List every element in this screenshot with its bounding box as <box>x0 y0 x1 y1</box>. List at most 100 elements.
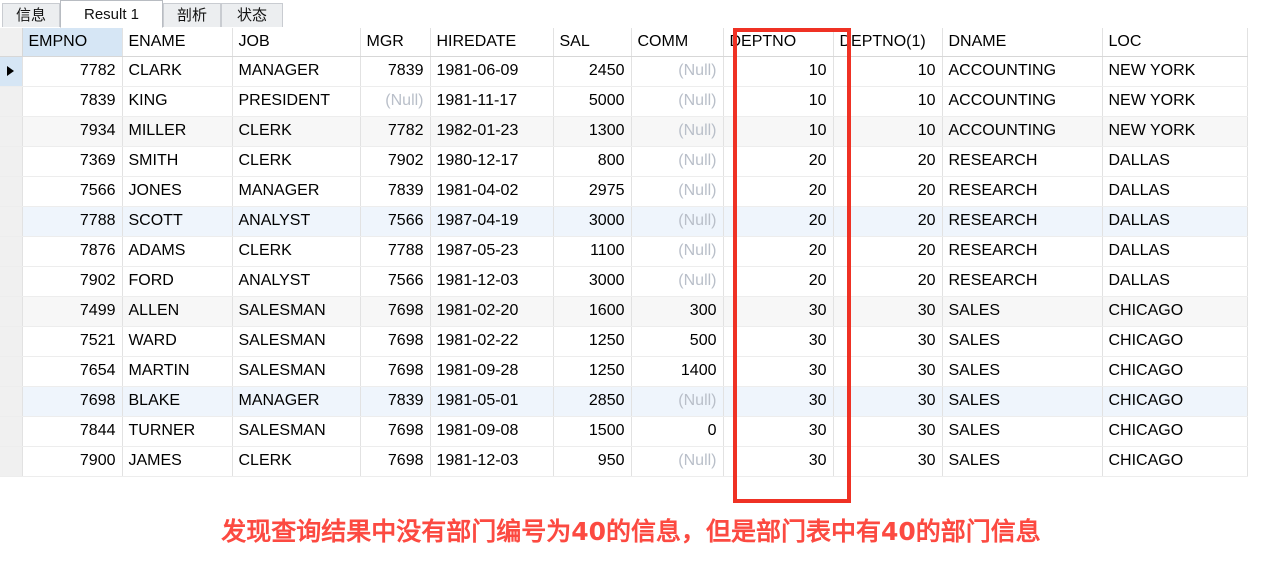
table-row[interactable]: 7934 MILLER CLERK 7782 1982-01-23 1300 (Null) 1… <box>0 116 1248 147</box>
cell-dname[interactable]: ACCOUNTING <box>942 56 1103 87</box>
cell-dname[interactable]: SALES <box>942 386 1103 417</box>
cell-hiredate[interactable]: 1981-05-01 <box>430 386 554 417</box>
table-row[interactable]: 7876 ADAMS CLERK 7788 1987-05-23 1100 (Null) 20… <box>0 236 1248 267</box>
table-row[interactable]: 7900 JAMES CLERK 7698 1981-12-03 950 (Null) 30 3… <box>0 446 1248 477</box>
cell-mgr[interactable]: 7902 <box>360 146 431 177</box>
cell-deptno-1[interactable]: 20 <box>833 206 943 237</box>
cell-dname[interactable]: RESEARCH <box>942 266 1103 297</box>
cell-loc[interactable]: NEW YORK <box>1102 116 1248 147</box>
cell-sal[interactable]: 1250 <box>553 356 632 387</box>
cell-empno[interactable]: 7934 <box>22 116 123 147</box>
cell-loc[interactable]: CHICAGO <box>1102 296 1248 327</box>
cell-deptno-1[interactable]: 20 <box>833 146 943 177</box>
cell-empno[interactable]: 7521 <box>22 326 123 357</box>
cell-deptno-1[interactable]: 20 <box>833 236 943 267</box>
row-gutter-cell[interactable] <box>0 326 23 357</box>
cell-comm[interactable]: 300 <box>631 296 724 327</box>
cell-comm[interactable]: 0 <box>631 416 724 447</box>
cell-dname[interactable]: SALES <box>942 326 1103 357</box>
tab-result-1[interactable]: Result 1 <box>60 0 163 28</box>
cell-sal[interactable]: 1600 <box>553 296 632 327</box>
cell-mgr[interactable]: 7839 <box>360 176 431 207</box>
cell-deptno-1[interactable]: 30 <box>833 416 943 447</box>
column-header-dname[interactable]: DNAME <box>942 28 1103 57</box>
table-row[interactable]: 7839 KING PRESIDENT (Null) 1981-11-17 5000 (Nu… <box>0 86 1248 117</box>
cell-deptno[interactable]: 20 <box>723 236 834 267</box>
cell-deptno-1[interactable]: 10 <box>833 86 943 117</box>
cell-ename[interactable]: SMITH <box>122 146 233 177</box>
cell-loc[interactable]: CHICAGO <box>1102 356 1248 387</box>
column-header-mgr[interactable]: MGR <box>360 28 431 57</box>
cell-hiredate[interactable]: 1981-09-08 <box>430 416 554 447</box>
cell-empno[interactable]: 7844 <box>22 416 123 447</box>
row-gutter-cell[interactable] <box>0 236 23 267</box>
cell-sal[interactable]: 800 <box>553 146 632 177</box>
cell-dname[interactable]: RESEARCH <box>942 176 1103 207</box>
cell-ename[interactable]: MARTIN <box>122 356 233 387</box>
cell-empno[interactable]: 7698 <box>22 386 123 417</box>
cell-empno[interactable]: 7782 <box>22 56 123 87</box>
cell-ename[interactable]: ALLEN <box>122 296 233 327</box>
cell-empno[interactable]: 7839 <box>22 86 123 117</box>
row-gutter-cell[interactable] <box>0 146 23 177</box>
cell-hiredate[interactable]: 1980-12-17 <box>430 146 554 177</box>
cell-comm[interactable]: (Null) <box>631 116 724 147</box>
cell-ename[interactable]: KING <box>122 86 233 117</box>
table-row[interactable]: 7499 ALLEN SALESMAN 7698 1981-02-20 1600 300 30… <box>0 296 1248 327</box>
row-gutter-cell[interactable] <box>0 266 23 297</box>
cell-loc[interactable]: CHICAGO <box>1102 416 1248 447</box>
table-row[interactable]: 7902 FORD ANALYST 7566 1981-12-03 3000 (Null) 2… <box>0 266 1248 297</box>
cell-loc[interactable]: NEW YORK <box>1102 56 1248 87</box>
cell-job[interactable]: SALESMAN <box>232 416 361 447</box>
cell-mgr[interactable]: 7698 <box>360 296 431 327</box>
cell-deptno-1[interactable]: 30 <box>833 386 943 417</box>
current-row-indicator[interactable] <box>0 56 23 87</box>
cell-hiredate[interactable]: 1981-02-22 <box>430 326 554 357</box>
cell-dname[interactable]: SALES <box>942 356 1103 387</box>
cell-job[interactable]: CLERK <box>232 446 361 477</box>
row-gutter-cell[interactable] <box>0 296 23 327</box>
cell-deptno[interactable]: 20 <box>723 206 834 237</box>
table-row[interactable]: 7844 TURNER SALESMAN 7698 1981-09-08 1500 0 30 3… <box>0 416 1248 447</box>
cell-empno[interactable]: 7654 <box>22 356 123 387</box>
cell-ename[interactable]: JAMES <box>122 446 233 477</box>
cell-empno[interactable]: 7876 <box>22 236 123 267</box>
cell-hiredate[interactable]: 1981-12-03 <box>430 446 554 477</box>
row-gutter-cell[interactable] <box>0 416 23 447</box>
cell-deptno-1[interactable]: 30 <box>833 326 943 357</box>
cell-job[interactable]: CLERK <box>232 146 361 177</box>
table-row[interactable]: 7782 CLARK MANAGER 7839 1981-06-09 2450 (Null)… <box>0 56 1248 87</box>
cell-deptno[interactable]: 10 <box>723 56 834 87</box>
result-grid[interactable]: EMPNO ENAME JOB MGR HIREDATE SAL COMM DE… <box>0 28 1262 498</box>
cell-sal[interactable]: 1100 <box>553 236 632 267</box>
cell-mgr[interactable]: 7839 <box>360 386 431 417</box>
row-gutter-cell[interactable] <box>0 356 23 387</box>
cell-ename[interactable]: ADAMS <box>122 236 233 267</box>
cell-job[interactable]: MANAGER <box>232 176 361 207</box>
cell-ename[interactable]: BLAKE <box>122 386 233 417</box>
cell-loc[interactable]: DALLAS <box>1102 176 1248 207</box>
cell-hiredate[interactable]: 1982-01-23 <box>430 116 554 147</box>
cell-comm[interactable]: 500 <box>631 326 724 357</box>
cell-sal[interactable]: 1500 <box>553 416 632 447</box>
row-gutter-cell[interactable] <box>0 176 23 207</box>
cell-deptno[interactable]: 10 <box>723 86 834 117</box>
column-header-deptno[interactable]: DEPTNO <box>723 28 834 57</box>
cell-job[interactable]: MANAGER <box>232 386 361 417</box>
cell-job[interactable]: SALESMAN <box>232 326 361 357</box>
cell-dname[interactable]: RESEARCH <box>942 236 1103 267</box>
cell-mgr[interactable]: (Null) <box>360 86 431 117</box>
cell-comm[interactable]: (Null) <box>631 206 724 237</box>
cell-deptno[interactable]: 10 <box>723 116 834 147</box>
cell-mgr[interactable]: 7698 <box>360 446 431 477</box>
cell-ename[interactable]: CLARK <box>122 56 233 87</box>
cell-deptno-1[interactable]: 30 <box>833 446 943 477</box>
row-gutter-cell[interactable] <box>0 446 23 477</box>
cell-comm[interactable]: (Null) <box>631 146 724 177</box>
cell-hiredate[interactable]: 1981-06-09 <box>430 56 554 87</box>
column-header-comm[interactable]: COMM <box>631 28 724 57</box>
cell-mgr[interactable]: 7698 <box>360 416 431 447</box>
cell-mgr[interactable]: 7788 <box>360 236 431 267</box>
column-header-loc[interactable]: LOC <box>1102 28 1248 57</box>
cell-hiredate[interactable]: 1981-12-03 <box>430 266 554 297</box>
